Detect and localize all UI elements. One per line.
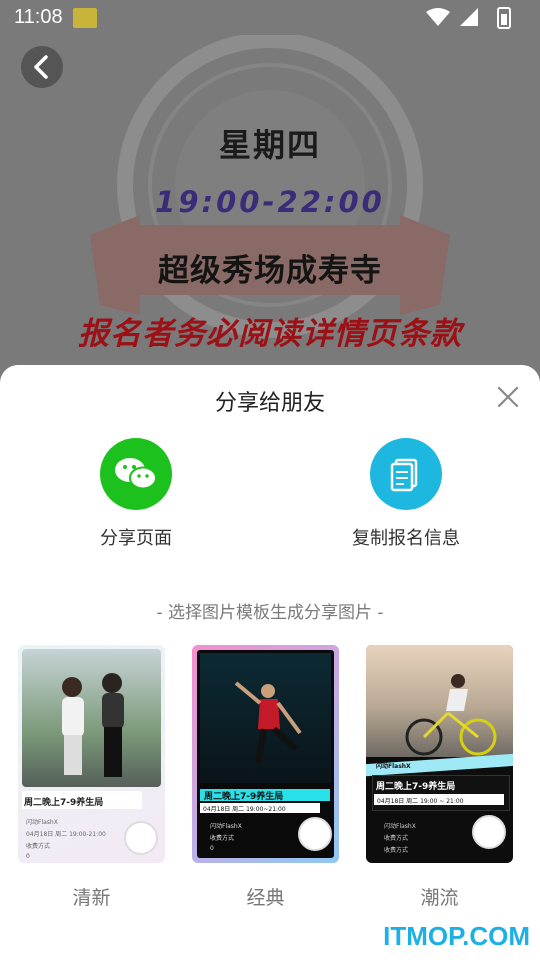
template-hint: - 选择图片模板生成分享图片 - <box>156 603 384 623</box>
hero-notice: 报名者务必阅读详情页条款 <box>78 316 462 352</box>
copy-signup-info-label: 复制报名信息 <box>352 528 460 549</box>
sheet-title: 分享给朋友 <box>214 391 325 416</box>
template-card-trendy[interactable]: 闪动FlashX 周二晚上7-9养生局 04月18日 周二 19:00 ~ 21… <box>366 645 513 863</box>
hero-day: 星期四 <box>218 126 321 164</box>
card-title: 周二晚上7-9养生局 <box>204 792 284 802</box>
card-fee-type: 收费方式 <box>210 835 235 842</box>
template-photo <box>200 653 331 783</box>
site-watermark: ITMOP.COM <box>383 921 530 951</box>
template-label-trendy[interactable]: 潮流 <box>366 883 513 910</box>
card-banner: 闪动FlashX <box>376 763 411 770</box>
status-bar: 11:08 <box>0 0 540 36</box>
wifi-icon <box>426 8 450 26</box>
template-card-classic[interactable]: 周二晚上7-9养生局 04月18日 周二 19:00~21:00 闪动Flash… <box>192 645 339 863</box>
template-card-fresh[interactable]: 周二晚上7-9养生局 闪动FlashX 04月18日 周二 19:00-21:0… <box>18 645 165 863</box>
card-fee: 0 <box>26 853 30 860</box>
app-notification-icon <box>73 8 97 28</box>
qr-code-icon <box>298 817 332 851</box>
template-photo <box>366 645 513 757</box>
template-label-classic[interactable]: 经典 <box>192 883 339 910</box>
signal-icon <box>460 8 478 26</box>
status-icons <box>426 7 511 29</box>
card-date: 04月18日 周二 19:00~21:00 <box>203 806 286 813</box>
qr-code-icon <box>124 821 158 855</box>
status-time: 11:08 <box>14 6 63 28</box>
template-photo <box>22 649 161 787</box>
share-sheet: 分享给朋友 分享页面 复制报名信息 - 选择图片模板生成分享图片 - 周二晚上7… <box>0 365 540 960</box>
chevron-left-icon <box>34 55 48 79</box>
card-fee: 0 <box>210 845 214 852</box>
card-fee-type: 收费方式 <box>384 835 409 842</box>
card-date: 04月18日 周二 19:00 ~ 21:00 <box>377 798 464 805</box>
share-page-option[interactable]: 分享页面 <box>46 438 226 549</box>
card-date: 04月18日 周二 19:00-21:00 <box>26 831 106 838</box>
card-organizer: 闪动FlashX <box>26 819 58 826</box>
template-label-fresh[interactable]: 清新 <box>18 883 165 910</box>
hero-time-range: 19:00-22:00 <box>155 185 385 219</box>
close-icon[interactable] <box>496 385 520 409</box>
card-title: 周二晚上7-9养生局 <box>24 798 104 808</box>
hero-venue: 超级秀场成寿寺 <box>158 253 382 289</box>
share-page-label: 分享页面 <box>100 528 172 549</box>
card-fee-type: 收费方式 <box>26 843 51 850</box>
card-organizer: 闪动FlashX <box>210 823 242 830</box>
copy-signup-info-option[interactable]: 复制报名信息 <box>316 438 496 549</box>
card-fee-type-2: 收费方式 <box>384 847 409 854</box>
qr-code-icon <box>472 815 506 849</box>
wechat-icon[interactable] <box>100 438 172 510</box>
copy-icon[interactable] <box>370 438 442 510</box>
card-organizer: 闪动FlashX <box>384 823 416 830</box>
back-button[interactable] <box>21 46 63 88</box>
card-title: 周二晚上7-9养生局 <box>376 782 456 792</box>
